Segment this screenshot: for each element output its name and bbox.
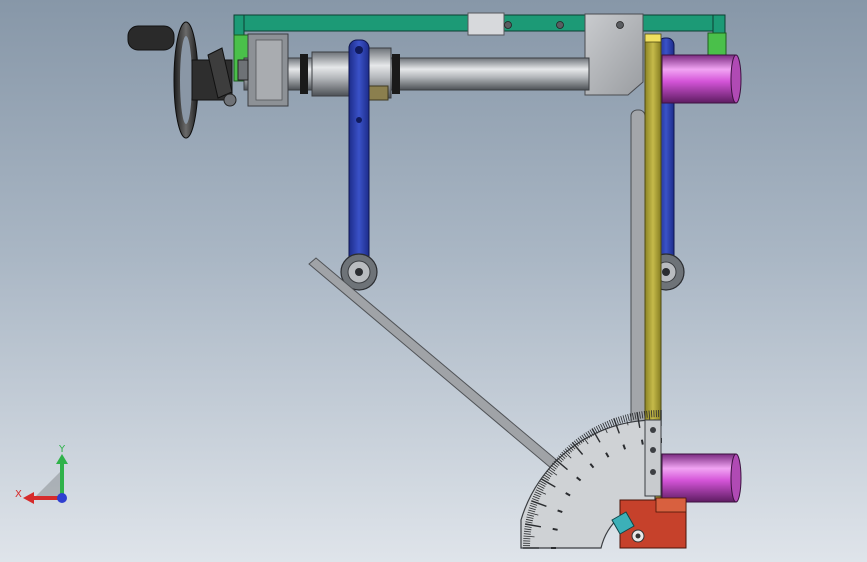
orientation-triad-icon: Y X xyxy=(15,444,68,504)
bearing-block[interactable] xyxy=(247,33,289,107)
protractor-tick xyxy=(627,414,630,421)
upper-cylinder[interactable] xyxy=(661,54,742,104)
protractor-tick xyxy=(608,419,613,427)
protractor-tick xyxy=(620,415,624,423)
triad-x-label: X xyxy=(15,489,22,500)
triad-plane xyxy=(32,470,62,500)
protractor-major-mark xyxy=(640,439,644,445)
handwheel[interactable] xyxy=(127,21,249,139)
protractor-tick xyxy=(611,419,615,426)
triad-y-label: Y xyxy=(58,444,66,455)
triad-z-axis xyxy=(57,493,67,503)
triad-y-arrow xyxy=(56,454,68,464)
protractor-tick xyxy=(604,421,609,429)
protractor-tick xyxy=(523,538,531,540)
triad-x-arrow xyxy=(23,492,34,504)
main-shaft[interactable] xyxy=(243,47,590,101)
protractor-tick xyxy=(600,423,604,431)
cad-viewport[interactable]: Y X xyxy=(0,0,867,562)
diagonal-arm[interactable] xyxy=(308,257,579,486)
protractor-tick xyxy=(622,415,626,423)
bottom-bracket[interactable] xyxy=(611,497,687,549)
protractor-major-mark xyxy=(552,527,558,531)
protractor-tick xyxy=(618,416,621,424)
protractor-tick xyxy=(651,410,653,418)
lower-cylinder[interactable] xyxy=(661,453,742,503)
protractor-tick xyxy=(606,420,611,428)
assembly-model[interactable] xyxy=(0,0,867,562)
protractor-tick xyxy=(615,417,619,425)
